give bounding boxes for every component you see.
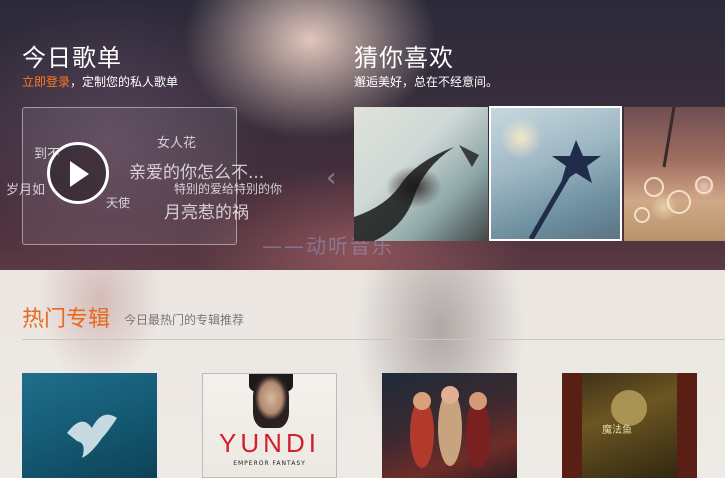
album-portrait bbox=[253, 376, 289, 428]
album-cover[interactable] bbox=[382, 373, 517, 478]
album-art bbox=[410, 386, 490, 468]
playlist-word[interactable]: 女人花 bbox=[157, 132, 196, 151]
album-cover[interactable] bbox=[22, 373, 157, 478]
album-cover-subtitle: EMPEROR FANTASY bbox=[233, 460, 306, 467]
chevron-left-icon[interactable]: ‹ bbox=[326, 163, 336, 193]
playlist-word[interactable]: 岁月如 bbox=[6, 179, 45, 198]
recommend-tile[interactable] bbox=[624, 107, 725, 241]
album-cover[interactable]: 魔法鱼 bbox=[562, 373, 697, 478]
section-divider bbox=[22, 339, 725, 340]
album-cover-title: 魔法鱼 bbox=[602, 425, 632, 436]
playlist-word[interactable]: 月亮惹的祸 bbox=[164, 198, 249, 223]
tile-art bbox=[634, 107, 713, 223]
today-playlist-subtitle: 立即登录，定制您的私人歌单 bbox=[22, 73, 178, 90]
album-cover[interactable]: YUNDI EMPEROR FANTASY bbox=[202, 373, 337, 478]
dove-icon bbox=[67, 414, 117, 458]
play-button[interactable] bbox=[47, 142, 109, 204]
star-wand-icon bbox=[528, 140, 601, 239]
hot-albums-title: 热门专辑 bbox=[22, 307, 111, 332]
tile-art bbox=[354, 145, 479, 241]
guess-you-like-title: 猜你喜欢 bbox=[354, 44, 454, 72]
today-playlist-subtitle-text: ，定制您的私人歌单 bbox=[70, 75, 179, 89]
recommend-tile[interactable] bbox=[354, 107, 488, 241]
play-icon bbox=[70, 161, 89, 187]
recommend-tile-selected[interactable] bbox=[489, 106, 622, 241]
playlist-word[interactable]: 天使 bbox=[106, 194, 130, 211]
hot-albums-subtitle: 今日最热门的专辑推荐 bbox=[124, 313, 245, 327]
login-link[interactable]: 立即登录 bbox=[22, 75, 70, 89]
today-playlist-title: 今日歌单 bbox=[22, 44, 122, 72]
playlist-word[interactable]: 特别的爱给特别的你 bbox=[174, 180, 282, 197]
guess-you-like-subtitle: 邂逅美好，总在不经意间。 bbox=[354, 75, 499, 89]
album-cover-title: YUNDI bbox=[219, 428, 320, 458]
